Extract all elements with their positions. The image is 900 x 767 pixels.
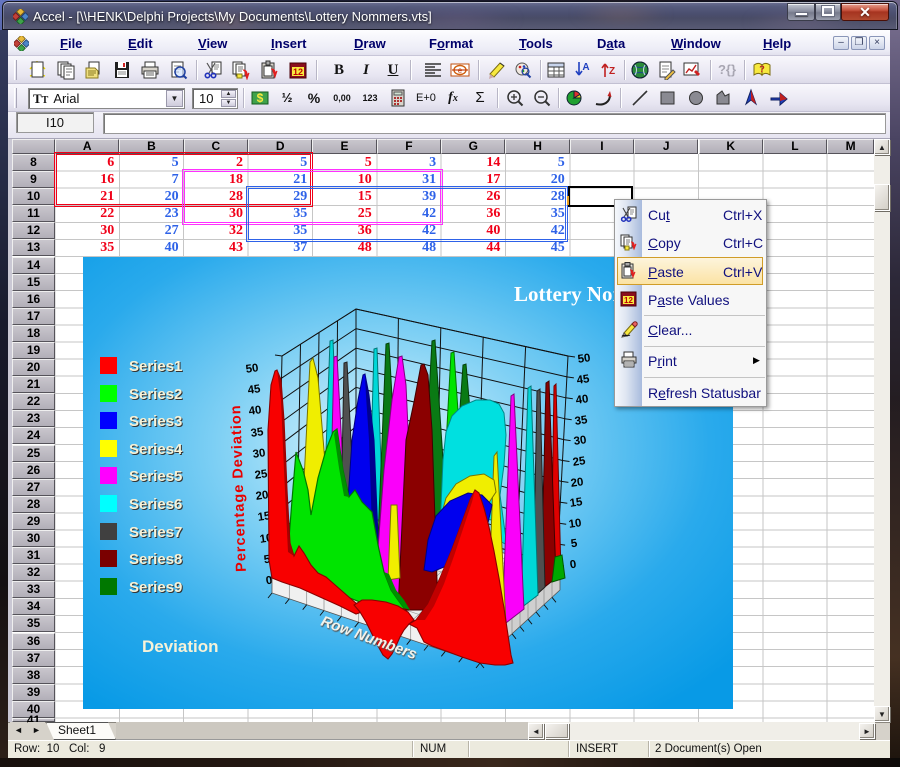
svg-text:12: 12 <box>624 296 633 305</box>
svg-text:Series3: Series3 <box>129 413 182 430</box>
svg-text:Deviation: Deviation <box>142 637 219 656</box>
svg-text:Series4: Series4 <box>129 441 183 458</box>
svg-text:Series8: Series8 <box>129 551 182 568</box>
svg-text:40: 40 <box>575 393 589 407</box>
svg-text:20: 20 <box>255 489 269 503</box>
svg-text:25: 25 <box>254 468 269 482</box>
svg-text:?: ? <box>759 64 765 74</box>
svg-text:Z: Z <box>609 66 615 77</box>
svg-text:35: 35 <box>250 426 265 440</box>
svg-text:40: 40 <box>248 404 262 418</box>
svg-text:50: 50 <box>245 362 259 376</box>
svg-text:Series5: Series5 <box>129 468 182 485</box>
svg-text:$: $ <box>257 91 264 105</box>
svg-text:35: 35 <box>574 414 589 428</box>
svg-text:Series2: Series2 <box>129 386 182 403</box>
svg-text:Series7: Series7 <box>129 524 182 541</box>
svg-text:30: 30 <box>252 447 266 461</box>
svg-text:Series9: Series9 <box>129 579 182 596</box>
svg-text:15: 15 <box>569 496 584 510</box>
svg-text:25: 25 <box>572 455 587 469</box>
svg-text:20: 20 <box>570 476 584 490</box>
svg-text:10: 10 <box>568 517 582 531</box>
svg-text:e: e <box>458 66 463 75</box>
svg-text:A: A <box>582 62 589 73</box>
svg-text:30: 30 <box>573 434 587 448</box>
svg-text:Series1: Series1 <box>129 358 182 375</box>
svg-text:45: 45 <box>247 383 262 397</box>
svg-text:45: 45 <box>576 373 591 387</box>
svg-text:50: 50 <box>577 352 591 366</box>
svg-text:12: 12 <box>293 67 303 77</box>
svg-text:Series6: Series6 <box>129 496 182 513</box>
